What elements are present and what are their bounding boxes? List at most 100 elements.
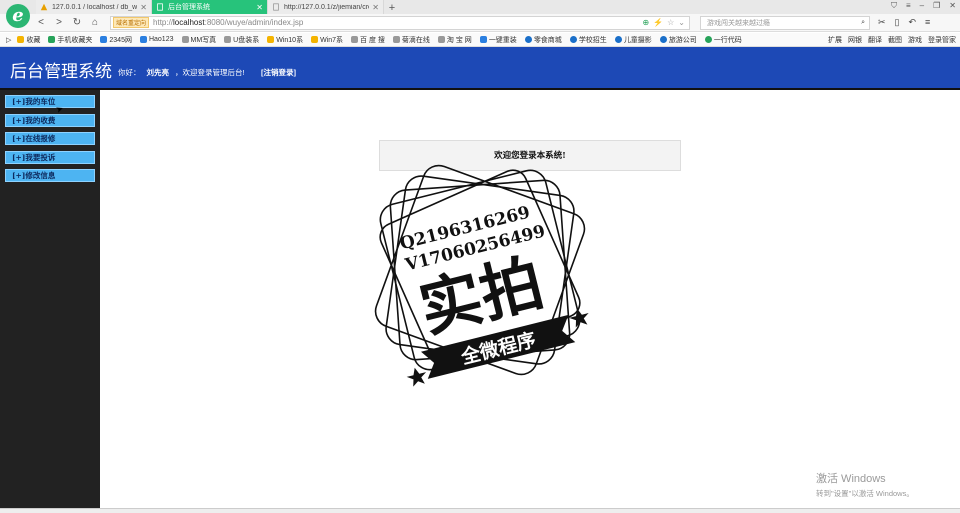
browser-logo-icon[interactable]: e [6,4,30,28]
browser-window: e 127.0.0.1 / localhost / db_wuye ✕ 后台管理… [0,0,960,513]
bookmark[interactable]: 菊滴在线 [392,35,430,45]
tab-title: http://127.0.0.1/z/jiemian/cre [284,3,370,11]
close-tab-icon[interactable]: ✕ [256,3,263,12]
tab-bar: 127.0.0.1 / localhost / db_wuye ✕ 后台管理系统… [0,0,960,14]
bookmark-icon [659,36,667,43]
chevron-down-icon[interactable]: ⌄ [678,18,685,27]
logout-link[interactable]: [注销登录] [261,67,296,78]
bookmarks-bar: ▷ 收藏 手机收藏夹 2345网 Hao123 MM写真 U盘装系 Win10系… [0,33,960,47]
bookmark-icon [181,36,189,43]
page-title: 后台管理系统 [10,62,112,81]
tab-phpmyadmin[interactable]: 127.0.0.1 / localhost / db_wuye ✕ [36,0,152,14]
minimize-icon[interactable]: – [920,1,924,11]
bookmark[interactable]: 百 度 搜 [351,35,385,45]
tab-title: 127.0.0.1 / localhost / db_wuye [52,3,138,11]
bookmark-icon [392,36,400,43]
bookmark[interactable]: Win7系 [311,35,343,45]
menu-icon[interactable]: ≡ [925,17,930,28]
bookmark-icon [17,36,25,43]
search-placeholder: 游戏闯关越来越过瘾 [707,19,770,27]
forward-icon[interactable]: > [50,17,68,28]
watermark-stamp: Q2196316269 V17060256499 实拍 全微程序 [374,164,589,387]
bookmark[interactable]: Hao123 [139,36,174,43]
address-bar[interactable]: 域名重定向 http://localhost:8080/wuye/admin/i… [110,15,690,30]
games-button[interactable]: 游戏 [908,35,922,45]
sidebar-item-edit-info[interactable]: [+]修改信息 [5,169,95,182]
greeting: 你好： 刘先亮 ，欢迎登录管理后台! [118,68,245,77]
star-icon[interactable]: ☆ [667,18,674,27]
maximize-icon[interactable]: ❐ [933,1,940,11]
address-toolbar: < > ↻ ⌂ 域名重定向 http://localhost:8080/wuye… [0,14,960,32]
user-name: 刘先亮 [146,68,170,77]
bookmark-icon [614,36,622,43]
main-content: 欢迎您登录本系统! Q2196316269 V17060256499 实拍 全微… [100,90,960,508]
bookmark-icon [100,36,108,43]
page-header: 后台管理系统 你好： 刘先亮 ，欢迎登录管理后台! [注销登录] [0,47,960,90]
sidebar-item-repair[interactable]: [+]在线报修 [5,132,95,145]
shield-icon[interactable]: ⛉ [891,1,897,11]
sidebar-item-complaint[interactable]: [+]我要投诉 [5,151,95,164]
extensions-button[interactable]: 扩展 [828,35,842,45]
phone-icon[interactable]: ▯ [895,17,900,28]
bookmark-icon [311,36,319,43]
close-tab-icon[interactable]: ✕ [372,3,379,12]
tab-title: 后台管理系统 [168,4,210,11]
bookmark[interactable]: 一行代码 [704,35,742,45]
bookmark-icon [139,36,147,43]
lightning-icon[interactable]: ⚡ [653,18,663,27]
bookmark-icon [479,36,487,43]
netbank-button[interactable]: 网银 [848,35,862,45]
bookmark[interactable]: Win10系 [267,35,303,45]
url-text[interactable]: http://localhost:8080/wuye/admin/index.j… [153,18,303,27]
watermark-line2: 转到"设置"以激活 Windows。 [816,489,914,498]
search-input[interactable]: 游戏闯关越来越过瘾 ⌕ [700,15,870,30]
tab-jiemian[interactable]: http://127.0.0.1/z/jiemian/cre ✕ [268,0,384,14]
tab-admin[interactable]: 后台管理系统 ✕ [152,0,268,14]
bookmark[interactable]: 收藏 [17,35,40,45]
scissors-icon[interactable]: ✂ [878,17,886,28]
login-manager-button[interactable]: 登录管家 [928,35,956,45]
bookmark[interactable]: 一键重装 [479,35,517,45]
close-window-icon[interactable]: ✕ [949,1,956,11]
back-icon[interactable]: < [32,17,50,28]
bookmark-icon [704,36,712,43]
bookmarks-extras: 扩展 网银 翻译 截图 游戏 登录管家 [824,33,956,46]
plus-circle-icon[interactable]: ⊕ [642,18,649,27]
bookmark-icon [437,36,445,43]
undo-icon[interactable]: ↶ [909,17,917,28]
new-tab-icon[interactable]: + [386,2,398,14]
bookmark[interactable]: 2345网 [100,35,132,45]
screenshot-button[interactable]: 截图 [888,35,902,45]
windows-activation-watermark: 激活 Windows 转到"设置"以激活 Windows。 [816,470,914,499]
bookmark-icon [267,36,275,43]
refresh-icon[interactable]: ↻ [68,17,86,28]
bookmark-icon [569,36,577,43]
bookmark[interactable]: 学校招生 [569,35,607,45]
bookmark[interactable]: 儿童摄影 [614,35,652,45]
sidebar-item-my-fees[interactable]: [+]我的收费 [5,114,95,127]
warning-icon [40,3,48,11]
menu-icon[interactable]: ≡ [906,1,911,11]
bookmark[interactable]: 零食商城 [524,35,562,45]
status-bar [0,508,960,513]
close-tab-icon[interactable]: ✕ [140,3,147,12]
translate-button[interactable]: 翻译 [868,35,882,45]
bookmark[interactable]: 旅游公司 [659,35,697,45]
bookmark[interactable]: MM写真 [181,35,216,45]
sidebar-item-my-parking[interactable]: [+]我的车位 [5,95,95,108]
watermark-line1: 激活 Windows [816,473,886,485]
bookmark-icon [524,36,532,43]
sidebar: [+]我的车位 [+]我的收费 [+]在线报修 [+]我要投诉 [+]修改信息 [0,90,100,508]
page-icon [157,3,163,11]
bookmark[interactable]: 淘 宝 网 [437,35,472,45]
home-icon[interactable]: ⌂ [86,17,104,28]
page-icon [273,3,279,11]
bookmark-icon [48,36,56,43]
bookmark[interactable]: U盘装系 [224,35,259,45]
sidebar-toggle-icon[interactable]: ▷ [6,36,11,44]
search-icon[interactable]: ⌕ [861,19,869,27]
bookmark[interactable]: 手机收藏夹 [48,35,92,45]
bookmark-icon [351,36,359,43]
window-controls: ⛉ ≡ – ❐ ✕ [891,1,956,11]
bookmark-icon [224,36,232,43]
